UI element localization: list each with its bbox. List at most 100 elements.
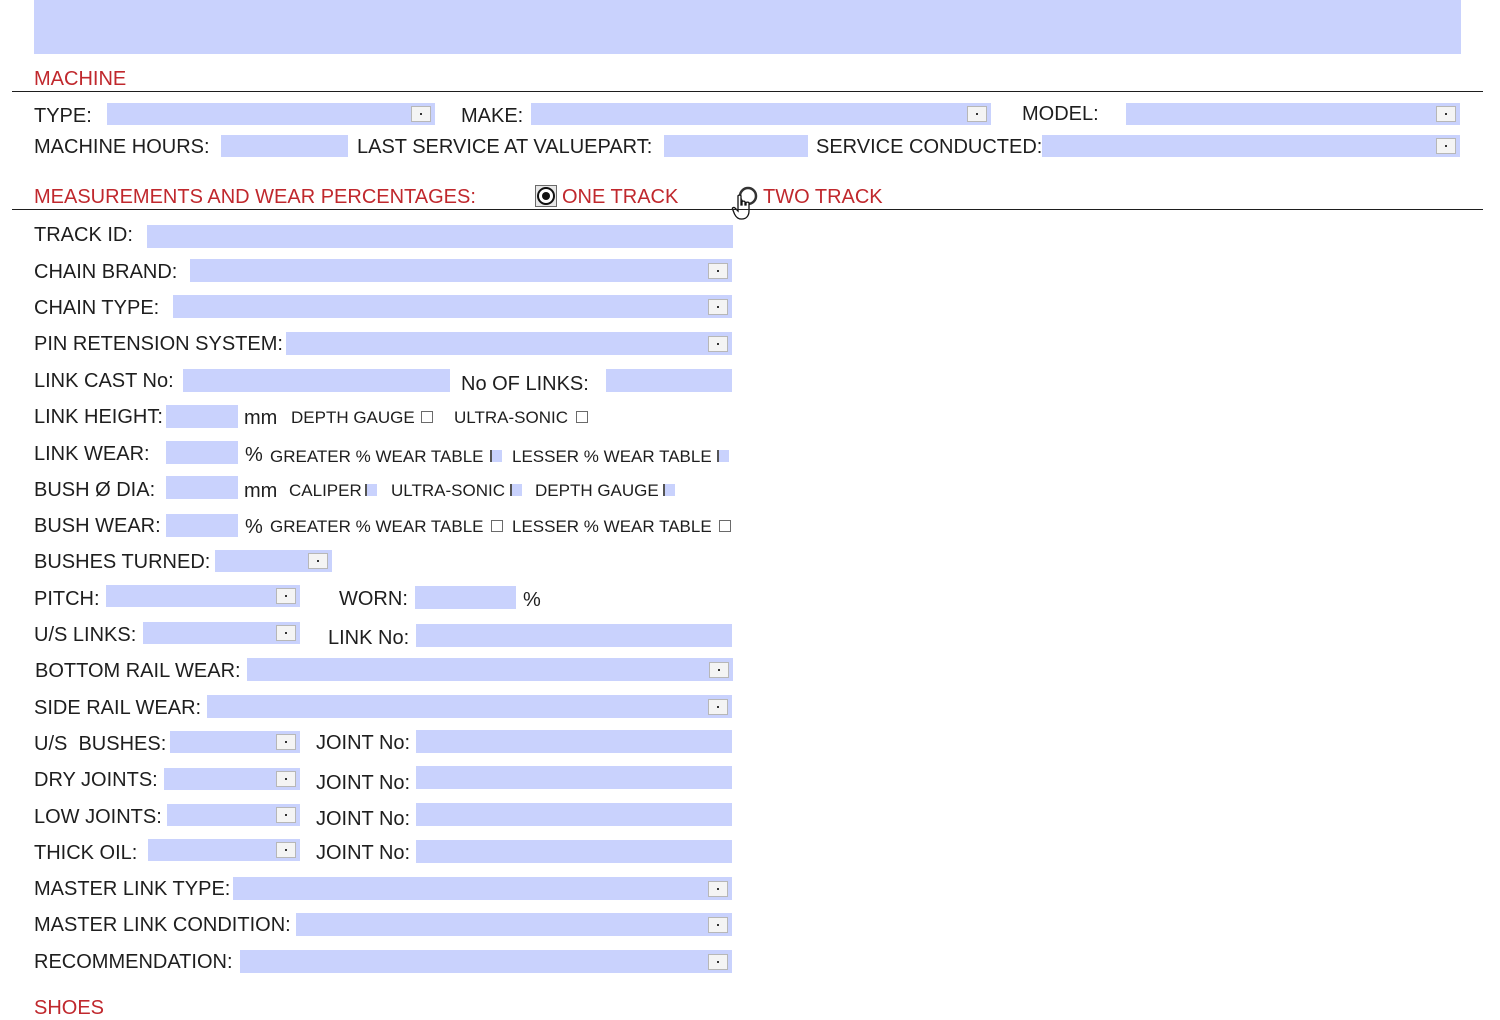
bush-dia-depth-gauge-checkbox[interactable] bbox=[663, 484, 675, 496]
bottom-rail-wear-select[interactable] bbox=[247, 658, 733, 681]
chevron-down-icon[interactable] bbox=[708, 698, 728, 715]
side-rail-wear-select[interactable] bbox=[207, 695, 732, 718]
make-label: MAKE: bbox=[461, 105, 524, 127]
chevron-down-icon[interactable] bbox=[708, 298, 728, 315]
two-track-label[interactable]: TWO TRACK bbox=[763, 185, 883, 209]
worn-unit: % bbox=[523, 589, 541, 611]
dry-joints-select[interactable] bbox=[164, 768, 300, 790]
section-divider bbox=[12, 91, 1483, 92]
master-link-condition-label: MASTER LINK CONDITION: bbox=[34, 914, 291, 936]
chevron-down-icon[interactable] bbox=[709, 661, 729, 678]
chevron-down-icon[interactable] bbox=[276, 771, 296, 787]
pin-retension-select[interactable] bbox=[286, 332, 732, 355]
dry-joints-label: DRY JOINTS: bbox=[34, 769, 158, 791]
chevron-down-icon[interactable] bbox=[276, 807, 296, 823]
model-select[interactable] bbox=[1126, 103, 1460, 125]
us-bushes-joint-no-input[interactable] bbox=[416, 730, 732, 753]
chevron-down-icon[interactable] bbox=[276, 842, 296, 858]
master-link-condition-select[interactable] bbox=[296, 913, 732, 936]
bush-wear-greater-table-checkbox[interactable] bbox=[491, 520, 503, 532]
chain-brand-select[interactable] bbox=[190, 259, 732, 282]
one-track-label[interactable]: ONE TRACK bbox=[562, 185, 678, 209]
bush-dia-depth-gauge-label: DEPTH GAUGE bbox=[535, 481, 659, 500]
recommendation-select[interactable] bbox=[240, 950, 732, 973]
us-links-select[interactable] bbox=[143, 622, 300, 644]
service-conducted-select[interactable] bbox=[1042, 135, 1460, 157]
link-height-input[interactable] bbox=[166, 405, 238, 428]
header-banner-field[interactable] bbox=[34, 0, 1461, 54]
bush-dia-caliper-label: CALIPER bbox=[289, 481, 362, 500]
link-wear-label: LINK WEAR: bbox=[34, 443, 150, 465]
recommendation-label: RECOMMENDATION: bbox=[34, 951, 233, 973]
link-height-depth-gauge-checkbox[interactable] bbox=[421, 411, 433, 423]
bushes-turned-select[interactable] bbox=[215, 550, 332, 572]
link-wear-lesser-table-checkbox[interactable] bbox=[717, 450, 729, 462]
bush-dia-input[interactable] bbox=[166, 476, 238, 499]
pitch-label: PITCH: bbox=[34, 588, 100, 610]
low-joints-joint-no-input[interactable] bbox=[416, 803, 732, 826]
us-links-label: U/S LINKS: bbox=[34, 624, 137, 646]
link-height-ultra-sonic-checkbox[interactable] bbox=[576, 411, 588, 423]
low-joints-joint-no-label: JOINT No: bbox=[316, 808, 411, 830]
chevron-down-icon[interactable] bbox=[1436, 138, 1456, 154]
chevron-down-icon[interactable] bbox=[411, 106, 431, 122]
master-link-type-select[interactable] bbox=[233, 877, 732, 900]
section-measurements-heading: MEASUREMENTS AND WEAR PERCENTAGES: bbox=[34, 186, 476, 208]
thick-oil-select[interactable] bbox=[148, 839, 300, 861]
service-conducted-label: SERVICE CONDUCTED: bbox=[816, 136, 1043, 158]
chevron-down-icon[interactable] bbox=[967, 106, 987, 122]
link-cast-no-input[interactable] bbox=[183, 369, 450, 392]
bush-dia-unit: mm bbox=[244, 480, 278, 502]
master-link-type-label: MASTER LINK TYPE: bbox=[34, 878, 231, 900]
bush-wear-input[interactable] bbox=[166, 514, 238, 537]
link-wear-lesser-table-label: LESSER % WEAR TABLE bbox=[512, 447, 712, 466]
no-of-links-input[interactable] bbox=[606, 369, 732, 392]
pitch-select[interactable] bbox=[106, 585, 300, 607]
low-joints-select[interactable] bbox=[167, 804, 300, 826]
chevron-down-icon[interactable] bbox=[708, 335, 728, 352]
side-rail-wear-label: SIDE RAIL WEAR: bbox=[34, 697, 202, 719]
dry-joints-joint-no-input[interactable] bbox=[416, 766, 732, 789]
chain-type-label: CHAIN TYPE: bbox=[34, 297, 160, 319]
link-height-label: LINK HEIGHT: bbox=[34, 406, 163, 428]
last-service-input[interactable] bbox=[664, 135, 808, 157]
thick-oil-joint-no-input[interactable] bbox=[416, 840, 732, 863]
chain-type-select[interactable] bbox=[173, 295, 732, 318]
pin-retension-label: PIN RETENSION SYSTEM: bbox=[34, 333, 283, 355]
link-height-unit: mm bbox=[244, 407, 278, 429]
section-machine-heading: MACHINE bbox=[34, 68, 127, 90]
bush-dia-label: BUSH Ø DIA: bbox=[34, 479, 156, 501]
chevron-down-icon[interactable] bbox=[276, 588, 296, 604]
bush-dia-ultra-sonic-label: ULTRA-SONIC bbox=[391, 481, 505, 500]
chevron-down-icon[interactable] bbox=[708, 262, 728, 279]
link-height-depth-gauge-label: DEPTH GAUGE bbox=[291, 408, 415, 427]
link-wear-greater-table-checkbox[interactable] bbox=[490, 450, 502, 462]
chevron-down-icon[interactable] bbox=[708, 916, 728, 933]
chevron-down-icon[interactable] bbox=[276, 625, 296, 641]
track-id-label: TRACK ID: bbox=[34, 224, 133, 246]
worn-input[interactable] bbox=[415, 586, 516, 609]
low-joints-label: LOW JOINTS: bbox=[34, 806, 162, 828]
machine-hours-label: MACHINE HOURS: bbox=[34, 136, 210, 158]
link-no-input[interactable] bbox=[416, 624, 732, 647]
chevron-down-icon[interactable] bbox=[276, 734, 296, 750]
last-service-label: LAST SERVICE AT VALUEPART: bbox=[357, 136, 653, 158]
chevron-down-icon[interactable] bbox=[1436, 106, 1456, 122]
us-bushes-select[interactable] bbox=[170, 731, 300, 753]
link-height-ultra-sonic-label: ULTRA-SONIC bbox=[454, 408, 568, 427]
chevron-down-icon[interactable] bbox=[308, 553, 328, 569]
machine-hours-input[interactable] bbox=[221, 135, 348, 157]
bush-wear-lesser-table-checkbox[interactable] bbox=[719, 520, 731, 532]
make-select[interactable] bbox=[531, 103, 991, 125]
bush-dia-ultra-sonic-checkbox[interactable] bbox=[510, 484, 522, 496]
bush-dia-caliper-checkbox[interactable] bbox=[365, 484, 377, 496]
thick-oil-joint-no-label: JOINT No: bbox=[316, 842, 411, 864]
link-wear-input[interactable] bbox=[166, 441, 238, 464]
one-track-radio[interactable] bbox=[535, 185, 557, 207]
type-select[interactable] bbox=[107, 103, 435, 125]
chevron-down-icon[interactable] bbox=[708, 953, 728, 970]
link-wear-greater-table-label: GREATER % WEAR TABLE bbox=[270, 447, 484, 466]
track-id-input[interactable] bbox=[147, 225, 733, 248]
link-wear-unit: % bbox=[245, 444, 263, 466]
chevron-down-icon[interactable] bbox=[708, 880, 728, 897]
